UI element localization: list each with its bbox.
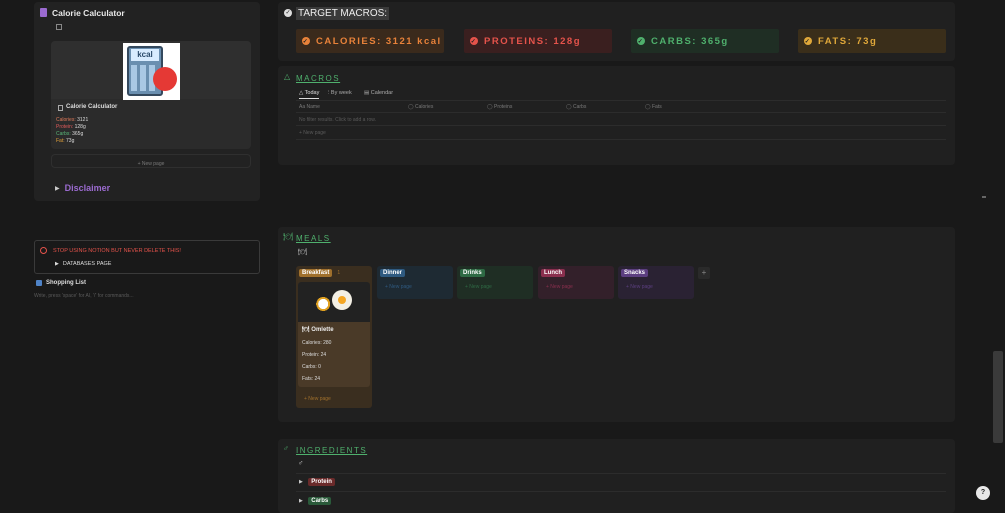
calories-box: ✓ CALORIES: 3121 kcal [296, 29, 444, 53]
apple-icon: ♂ [283, 444, 289, 453]
triangle-right-icon: ▶ [55, 261, 59, 267]
ingredients-icon: ♂ [298, 460, 304, 467]
triangle-right-icon: ▶ [299, 479, 303, 485]
warning-callout [34, 240, 260, 274]
calorie-card[interactable]: kcal Calorie Calculator Calories: 3121 P… [51, 41, 251, 149]
dinner-new-page[interactable]: + New page [377, 280, 453, 294]
col-fats[interactable]: ◯ Fats [645, 104, 662, 110]
shopping-list-link[interactable]: Shopping List [46, 280, 86, 286]
column-drinks: Drinks + New page [457, 266, 533, 299]
carbs-toggle[interactable]: ▶ Carbs [299, 497, 332, 505]
fork-knife-icon: 🍽 [283, 232, 294, 241]
warning-text: STOP USING NOTION BUT NEVER DELETE THIS! [53, 248, 181, 254]
macros-panel [278, 66, 955, 165]
check-circle-icon: ✓ [284, 9, 292, 17]
lunch-tag[interactable]: Lunch [541, 269, 565, 277]
disclaimer-toggle[interactable]: ▶ Disclaimer [55, 183, 110, 193]
drinks-tag[interactable]: Drinks [460, 269, 485, 277]
fats-box: ✓ FATS: 73g [798, 29, 946, 53]
target-title: TARGET MACROS: [296, 7, 390, 20]
card-page-icon [58, 105, 63, 111]
macros-new-page[interactable]: + New page [299, 130, 326, 136]
tab-by-week[interactable]: ⫶ By week [328, 90, 352, 97]
kcal-image: kcal [123, 43, 180, 100]
carbs-box: ✓ CARBS: 365g [631, 29, 779, 53]
help-icon[interactable]: ? [976, 486, 990, 500]
snacks-tag[interactable]: Snacks [621, 269, 649, 277]
write-placeholder[interactable]: Write, press 'space' for AI, '/' for com… [34, 293, 134, 299]
check-circle-icon: ✓ [470, 37, 478, 45]
add-group-button[interactable]: + [698, 267, 710, 279]
databases-toggle[interactable]: ▶ DATABASES PAGE [55, 261, 111, 267]
tab-calendar[interactable]: ▤ Calendar [364, 90, 393, 96]
card-title: Calorie Calculator [66, 104, 118, 110]
shopping-icon [36, 280, 42, 286]
breakfast-new-page[interactable]: + New page [296, 392, 339, 406]
apple-icon [153, 67, 177, 91]
col-proteins[interactable]: ◯ Proteins [487, 104, 512, 110]
ingredients-title: INGREDIENTS [296, 446, 368, 455]
drinks-new-page[interactable]: + New page [457, 280, 533, 294]
calculator-title: Calorie Calculator [52, 8, 125, 18]
empty-message[interactable]: No filter results. Click to add a row. [299, 117, 376, 123]
column-snacks: Snacks + New page [618, 266, 694, 299]
scrollbar-thumb[interactable] [993, 351, 1003, 443]
check-circle-icon: ✓ [804, 37, 812, 45]
triangle-icon: △ [284, 72, 291, 81]
col-calories[interactable]: ◯ Calories [408, 104, 433, 110]
tab-today[interactable]: △ Today [299, 90, 320, 99]
lunch-new-page[interactable]: + New page [538, 280, 614, 294]
grid-icon[interactable] [56, 24, 62, 30]
protein-toggle[interactable]: ▶ Protein [299, 478, 335, 486]
meals-panel [278, 227, 955, 422]
macros-title: MACROS [296, 74, 341, 83]
omlette-image [298, 282, 370, 322]
outline-indicator[interactable] [982, 196, 986, 198]
stop-icon [40, 247, 47, 254]
col-carbs[interactable]: ◯ Carbs [566, 104, 586, 110]
meals-title: MEALS [296, 234, 331, 243]
omlette-card[interactable]: 🍽 Omlette Calories: 280 Protein: 24 Carb… [298, 282, 370, 387]
calculator-icon [40, 8, 47, 17]
card-lines: Calories: 3121 Protein: 128g Carbs: 365g… [56, 117, 89, 144]
fork-knife-icon: 🍽 [302, 327, 310, 333]
column-breakfast: Breakfast 1 🍽 Omlette Calories: 280 Prote… [296, 266, 372, 408]
ingredients-panel [278, 439, 955, 513]
proteins-box: ✓ PROTEINS: 128g [464, 29, 612, 53]
column-dinner: Dinner + New page [377, 266, 453, 299]
breakfast-tag[interactable]: Breakfast [299, 269, 333, 277]
meals-icon: 🍽 [298, 249, 307, 256]
triangle-icon: △ [299, 90, 304, 96]
col-name[interactable]: Aa Name [299, 104, 320, 110]
triangle-right-icon: ▶ [55, 185, 60, 192]
check-circle-icon: ✓ [637, 37, 645, 45]
triangle-right-icon: ▶ [299, 498, 303, 504]
omlette-title: Omlette [311, 327, 334, 333]
dinner-tag[interactable]: Dinner [380, 269, 406, 277]
new-page-button[interactable]: + New page [51, 154, 251, 168]
calendar-icon: ▤ [364, 90, 370, 96]
snacks-new-page[interactable]: + New page [618, 280, 694, 294]
column-lunch: Lunch + New page [538, 266, 614, 299]
bar-chart-icon: ⫶ [328, 90, 330, 96]
check-circle-icon: ✓ [302, 37, 310, 45]
